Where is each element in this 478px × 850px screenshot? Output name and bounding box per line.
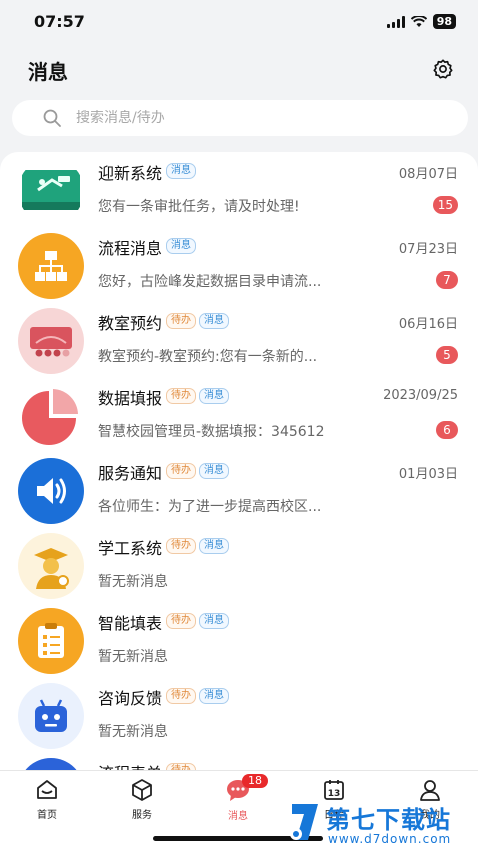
item-title: 数据填报 [98,389,163,408]
message-tag: 消息 [199,463,230,479]
tag-group: 待办 消息 [166,538,230,554]
item-preview: 您好，古险峰发起数据目录申请流... [98,274,322,290]
tag-group: 待办 消息 [166,688,230,704]
item-date: 07月23日 [398,242,458,257]
status-bar: 07:57 98 [0,0,478,46]
tag-group: 待办 [166,763,197,770]
message-tag: 消息 [199,688,230,704]
tab-label: 消息 [228,811,248,822]
item-title: 咨询反馈 [98,689,163,708]
home-icon [34,777,60,802]
todo-tag: 待办 [166,538,197,554]
item-preview: 智慧校园管理员-数据填报：345612 [98,424,325,440]
item-preview: 暂无新消息 [98,574,168,590]
item-preview: 教室预约-教室预约:您有一条新的... [98,349,318,365]
message-tag: 消息 [166,163,197,179]
calendar-day: 13 [328,789,341,799]
wifi-icon [410,15,427,27]
item-preview: 各位师生：为了进一步提高西校区... [98,499,322,515]
message-tag: 消息 [166,238,197,254]
item-title: 智能填表 [98,614,163,633]
tab-messages[interactable]: 消息 18 [208,774,268,822]
classroom-icon [18,308,84,374]
tab-home[interactable]: 首页 [17,777,77,821]
list-item[interactable]: 数据填报 待办 消息 2023/09/25 智慧校园管理员-数据填报：34561… [0,377,478,452]
cube-icon [129,777,155,802]
tab-badge: 18 [242,774,268,788]
tag-group: 待办 消息 [166,313,230,329]
tag-group: 消息 [166,163,197,179]
unread-badge: 5 [436,346,458,364]
item-preview: 暂无新消息 [98,649,168,665]
page-title: 消息 [28,60,68,84]
item-preview: 您有一条审批任务，请及时处理! [98,199,300,215]
list-item[interactable]: 迎新系统 消息 08月07日 您有一条审批任务，请及时处理! 15 [0,152,478,227]
message-tag: 消息 [199,313,230,329]
item-date: 2023/09/25 [383,388,458,403]
todo-tag: 待办 [166,763,197,770]
item-title: 教室预约 [98,314,163,333]
watermark-text: 第七下载站 [326,806,451,834]
pie-chart-icon [18,383,84,449]
item-date: 01月03日 [398,467,458,482]
flowchart-icon [18,233,84,299]
settings-button[interactable] [430,56,456,82]
list-item[interactable]: 咨询反馈 待办 消息 暂无新消息 [0,677,478,752]
item-title: 学工系统 [98,539,163,558]
list-item[interactable]: 学工系统 待办 消息 暂无新消息 [0,527,478,602]
robot-icon [18,683,84,749]
todo-tag: 待办 [166,313,197,329]
header: 消息 [0,46,478,94]
graduate-icon [18,533,84,599]
list-item[interactable]: 教室预约 待办 消息 06月16日 教室预约-教室预约:您有一条新的... 5 [0,302,478,377]
item-title: 流程表单 [98,760,162,770]
item-title: 流程消息 [98,239,163,258]
message-tag: 消息 [199,538,230,554]
message-list[interactable]: 迎新系统 消息 08月07日 您有一条审批任务，请及时处理! 15 流程消息 消… [0,152,478,770]
tab-services[interactable]: 服务 [112,777,172,821]
todo-tag: 待办 [166,388,197,404]
tag-group: 待办 消息 [166,463,230,479]
todo-tag: 待办 [166,463,197,479]
status-time: 07:57 [34,12,85,31]
gear-icon [433,59,453,79]
watermark-url: www.d7down.com [328,832,452,846]
status-indicators: 98 [386,14,456,29]
watermark-logo-icon [290,804,318,840]
signal-icon [386,15,405,28]
battery-indicator: 98 [432,14,456,29]
item-date: 08月07日 [398,167,458,182]
speaker-icon [18,458,84,524]
item-title: 迎新系统 [98,164,163,183]
unread-badge: 7 [436,271,458,289]
item-title: 服务通知 [98,464,163,483]
list-item[interactable]: 流程表单 待办 [0,752,478,770]
watermark: 第七下载站 www.d7down.com [284,798,478,850]
search-input[interactable] [76,110,396,126]
search-bar[interactable] [12,100,468,136]
form-icon [18,608,84,674]
todo-tag: 待办 [166,688,197,704]
unread-badge: 6 [436,421,458,439]
tag-group: 待办 消息 [166,388,230,404]
tab-label: 服务 [132,810,152,821]
tag-group: 消息 [166,238,197,254]
search-icon [43,109,61,127]
message-tag: 消息 [199,613,230,629]
list-item[interactable]: 服务通知 待办 消息 01月03日 各位师生：为了进一步提高西校区... [0,452,478,527]
list-item[interactable]: 智能填表 待办 消息 暂无新消息 [0,602,478,677]
welcome-icon [18,158,84,224]
message-tag: 消息 [199,388,230,404]
list-item[interactable]: 流程消息 消息 07月23日 您好，古险峰发起数据目录申请流... 7 [0,227,478,302]
item-date: 06月16日 [398,317,458,332]
tab-label: 首页 [37,810,57,821]
todo-tag: 待办 [166,613,197,629]
item-preview: 暂无新消息 [98,724,168,740]
flow-form-icon [18,758,84,770]
tag-group: 待办 消息 [166,613,230,629]
unread-badge: 15 [432,196,458,214]
